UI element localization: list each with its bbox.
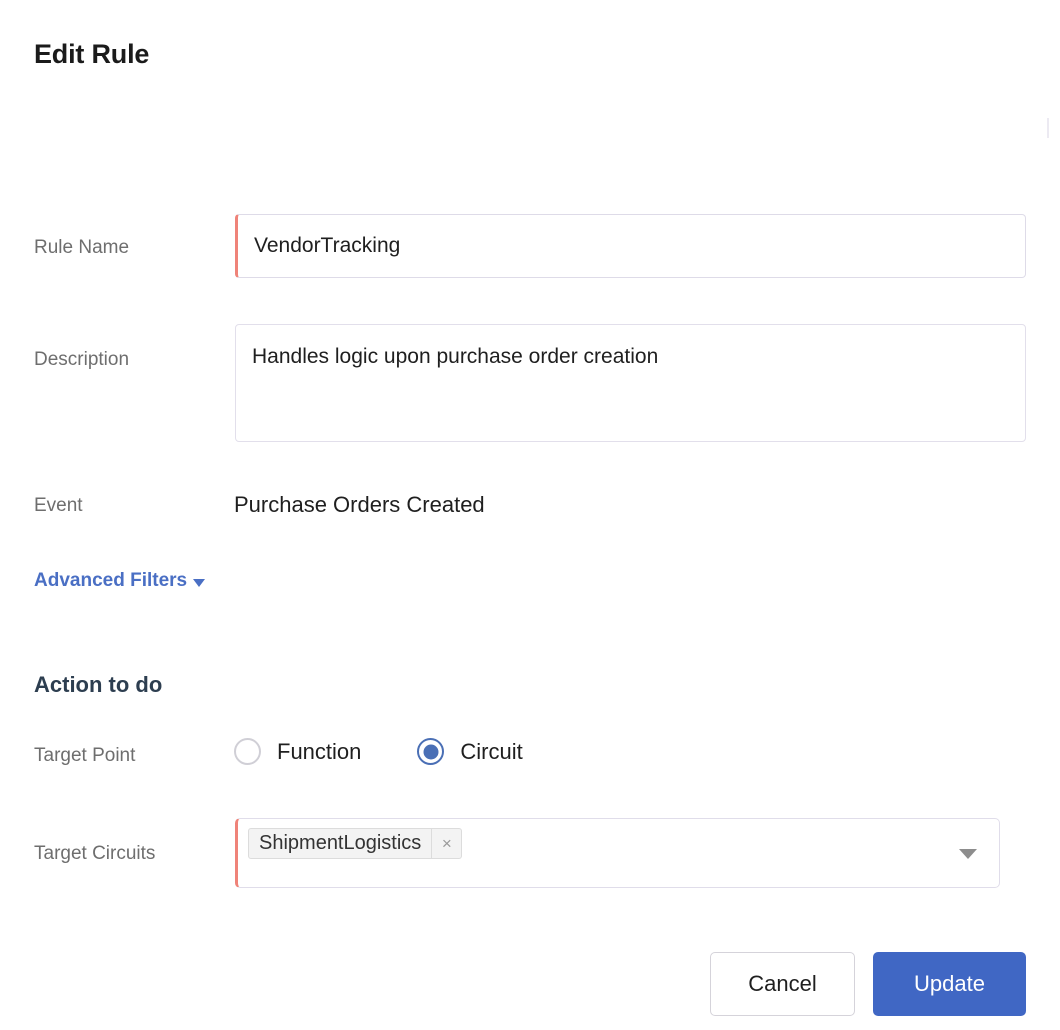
update-button[interactable]: Update xyxy=(873,952,1026,1016)
advanced-filters-toggle[interactable]: Advanced Filters xyxy=(34,570,206,592)
circuit-tag: ShipmentLogistics × xyxy=(248,828,463,859)
target-point-label: Target Point xyxy=(34,745,136,766)
footer-actions: Cancel Update xyxy=(0,952,1060,1016)
radio-option-circuit[interactable]: Circuit xyxy=(417,738,523,765)
description-row: Description xyxy=(0,324,1060,442)
chevron-down-icon[interactable] xyxy=(959,849,977,859)
target-point-row: Target Point Function Circuit xyxy=(0,738,1060,778)
radio-circle-selected-icon xyxy=(417,738,445,765)
rule-name-input[interactable] xyxy=(235,214,1026,278)
description-label: Description xyxy=(34,349,130,370)
event-row: Event Purchase Orders Created xyxy=(0,492,1060,524)
radio-label-circuit: Circuit xyxy=(460,738,523,764)
target-circuits-label: Target Circuits xyxy=(34,843,156,864)
event-value: Purchase Orders Created xyxy=(234,492,485,517)
target-point-radio-group: Function Circuit xyxy=(234,738,523,765)
chevron-down-icon xyxy=(193,578,206,587)
page-title: Edit Rule xyxy=(34,39,150,69)
right-edge-sliver xyxy=(1047,118,1049,138)
radio-circle-icon xyxy=(234,738,261,765)
cancel-button[interactable]: Cancel xyxy=(710,952,855,1016)
target-circuits-multiselect[interactable]: ShipmentLogistics × xyxy=(235,818,1000,888)
rule-name-row: Rule Name xyxy=(0,214,1060,278)
action-section-title: Action to do xyxy=(34,672,163,697)
edit-rule-page: Edit Rule Rule Name Description Event Pu… xyxy=(0,0,1060,1030)
close-icon[interactable]: × xyxy=(431,829,461,858)
event-label: Event xyxy=(34,495,83,516)
radio-label-function: Function xyxy=(277,738,362,764)
target-circuits-row: Target Circuits ShipmentLogistics × xyxy=(0,818,1060,888)
circuit-tag-label: ShipmentLogistics xyxy=(259,832,422,854)
rule-name-label: Rule Name xyxy=(34,237,130,258)
radio-option-function[interactable]: Function xyxy=(234,738,361,765)
description-textarea[interactable] xyxy=(235,324,1026,442)
advanced-filters-label: Advanced Filters xyxy=(34,570,188,591)
